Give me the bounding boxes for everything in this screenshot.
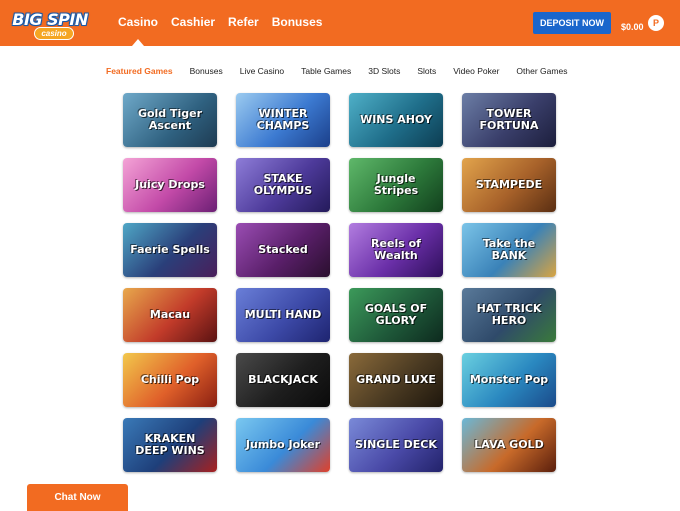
game-tile[interactable]: Faerie Spells: [123, 223, 217, 277]
game-tile[interactable]: Juicy Drops: [123, 158, 217, 212]
game-tile[interactable]: Stacked: [236, 223, 330, 277]
tab-3d-slots[interactable]: 3D Slots: [368, 66, 400, 76]
game-title: WINTER CHAMPS: [256, 107, 310, 132]
game-tile[interactable]: Macau: [123, 288, 217, 342]
game-title: WINS AHOY: [360, 113, 432, 126]
top-header: BIG SPIN casino Casino Cashier Refer Bon…: [0, 0, 680, 46]
game-tile[interactable]: SINGLE DECK: [349, 418, 443, 472]
game-tile[interactable]: Take the BANK: [462, 223, 556, 277]
game-tile[interactable]: HAT TRICK HERO: [462, 288, 556, 342]
game-title: Jungle Stripes: [373, 172, 419, 197]
game-title: Faerie Spells: [130, 243, 210, 256]
game-title: Monster Pop: [469, 373, 549, 386]
game-title: TOWER FORTUNA: [479, 107, 539, 132]
game-title: Reels of Wealth: [371, 237, 421, 262]
tab-table-games[interactable]: Table Games: [301, 66, 351, 76]
game-grid: Gold Tiger Ascent WINTER CHAMPS WINS AHOY T…: [123, 93, 556, 472]
game-tile[interactable]: TOWER FORTUNA: [462, 93, 556, 147]
game-title: BLACKJACK: [248, 373, 318, 386]
game-title: MULTI HAND: [244, 308, 322, 321]
profile-avatar[interactable]: P: [648, 15, 664, 31]
tab-bonuses[interactable]: Bonuses: [190, 66, 223, 76]
game-tile[interactable]: MULTI HAND: [236, 288, 330, 342]
game-title: Juicy Drops: [135, 178, 205, 191]
game-tile[interactable]: Jumbo Joker: [236, 418, 330, 472]
game-title: Macau: [149, 308, 191, 321]
game-tile[interactable]: WINS AHOY: [349, 93, 443, 147]
game-tile[interactable]: Chilli Pop: [123, 353, 217, 407]
tab-slots[interactable]: Slots: [417, 66, 436, 76]
game-title: GRAND LUXE: [356, 373, 436, 386]
game-title: Chilli Pop: [140, 373, 200, 386]
nav-bonuses[interactable]: Bonuses: [272, 15, 323, 29]
game-title: GOALS OF GLORY: [364, 302, 428, 327]
tab-video-poker[interactable]: Video Poker: [453, 66, 499, 76]
logo-sub-text: casino: [34, 27, 74, 40]
balance-display: $0.00: [621, 22, 644, 32]
game-tile[interactable]: BLACKJACK: [236, 353, 330, 407]
tab-featured-games[interactable]: Featured Games: [106, 66, 173, 76]
game-tile[interactable]: Reels of Wealth: [349, 223, 443, 277]
game-tile[interactable]: KRAKEN DEEP WINS: [123, 418, 217, 472]
game-tile[interactable]: Gold Tiger Ascent: [123, 93, 217, 147]
game-tile[interactable]: Monster Pop: [462, 353, 556, 407]
deposit-now-button[interactable]: DEPOSIT NOW: [533, 12, 611, 34]
game-tile[interactable]: LAVA GOLD: [462, 418, 556, 472]
nav-cashier[interactable]: Cashier: [171, 15, 215, 29]
main-nav: Casino Cashier Refer Bonuses: [118, 15, 323, 46]
game-title: Jumbo Joker: [245, 438, 321, 451]
game-title: Stacked: [258, 243, 308, 256]
game-tile[interactable]: STAMPEDE: [462, 158, 556, 212]
chat-now-button[interactable]: Chat Now: [27, 484, 128, 511]
game-tile[interactable]: Jungle Stripes: [349, 158, 443, 212]
game-title: HAT TRICK HERO: [476, 302, 542, 327]
nav-casino[interactable]: Casino: [118, 15, 158, 46]
game-title: Take the BANK: [482, 237, 536, 262]
game-category-tabs: Featured Games Bonuses Live Casino Table…: [106, 66, 584, 76]
game-title: SINGLE DECK: [355, 438, 437, 451]
game-title: KRAKEN DEEP WINS: [135, 432, 205, 457]
game-tile[interactable]: GRAND LUXE: [349, 353, 443, 407]
tab-live-casino[interactable]: Live Casino: [240, 66, 284, 76]
game-title: STAMPEDE: [475, 178, 543, 191]
game-tile[interactable]: GOALS OF GLORY: [349, 288, 443, 342]
tab-other-games[interactable]: Other Games: [516, 66, 567, 76]
nav-refer[interactable]: Refer: [228, 15, 259, 29]
game-title: LAVA GOLD: [474, 438, 544, 451]
game-title: Gold Tiger Ascent: [137, 107, 203, 132]
game-tile[interactable]: STAKE OLYMPUS: [236, 158, 330, 212]
game-tile[interactable]: WINTER CHAMPS: [236, 93, 330, 147]
game-title: STAKE OLYMPUS: [253, 172, 313, 197]
big-spin-logo[interactable]: BIG SPIN casino: [12, 6, 88, 42]
